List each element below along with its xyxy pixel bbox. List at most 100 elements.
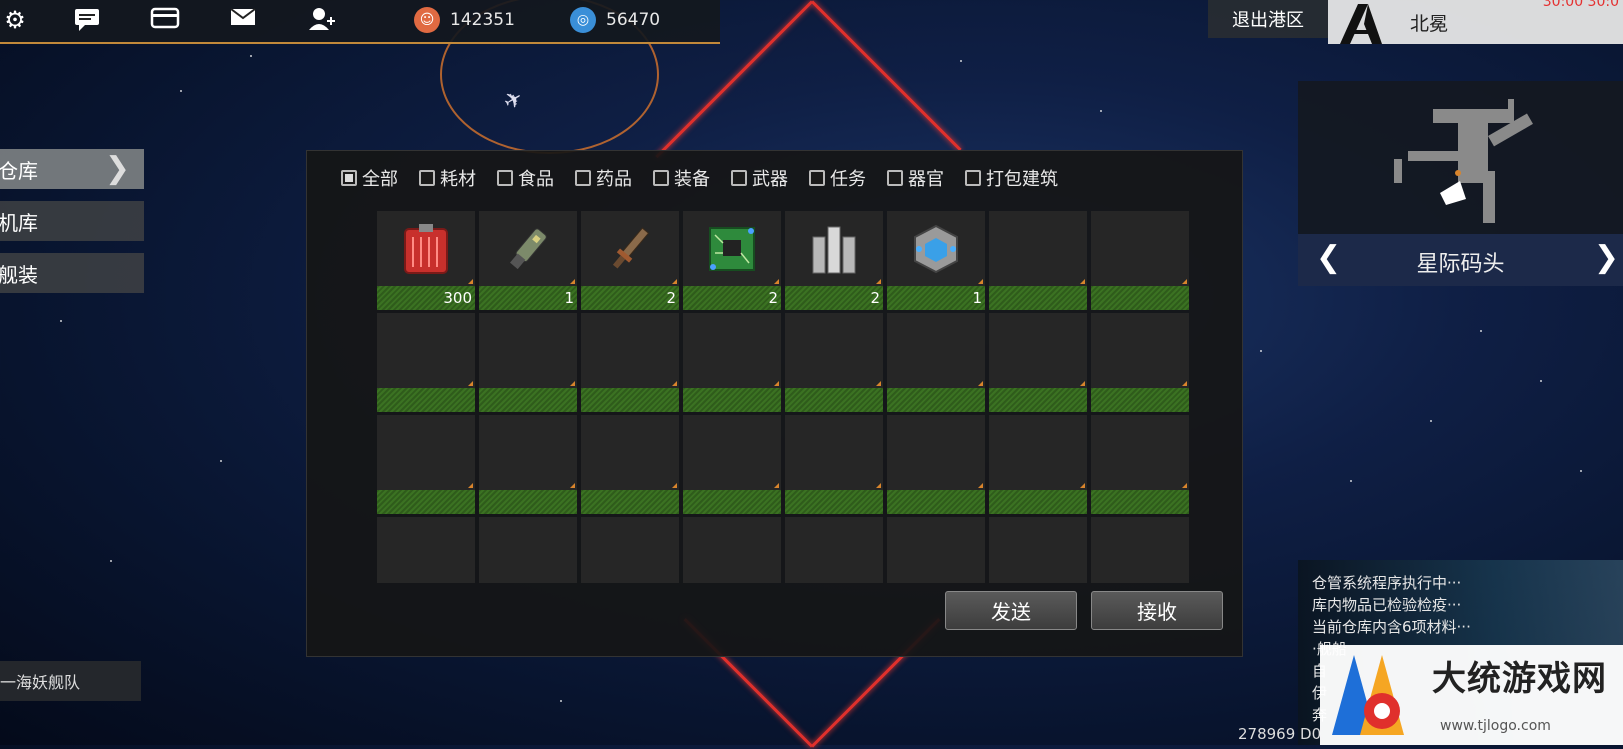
gun-part-icon: [510, 228, 547, 270]
red-container-icon: [404, 224, 448, 274]
inventory-slot-empty[interactable]: [377, 517, 475, 583]
card-icon[interactable]: [150, 6, 180, 34]
inventory-slot-empty[interactable]: [887, 415, 985, 514]
filter-organs[interactable]: 器官: [887, 165, 944, 191]
inventory-slot-empty[interactable]: [989, 211, 1087, 310]
fleet-button[interactable]: 一海妖舰队: [0, 661, 141, 701]
slot-corner-mark: [1080, 381, 1085, 386]
checkbox[interactable]: [887, 170, 903, 186]
slot-quantity: 2: [870, 289, 880, 307]
slot-corner-mark: [876, 279, 881, 284]
inventory-slot-empty[interactable]: [581, 313, 679, 412]
slot-corner-mark: [468, 381, 473, 386]
inventory-slot-empty[interactable]: [479, 517, 577, 583]
credits-icon: ☺: [414, 7, 440, 33]
inventory-slot-empty[interactable]: [785, 415, 883, 514]
chat-icon[interactable]: [72, 6, 102, 34]
receive-button[interactable]: 接收: [1091, 591, 1223, 630]
filter-equipment[interactable]: 装备: [653, 165, 710, 191]
inventory-slot-empty[interactable]: [989, 313, 1087, 412]
slot-corner-mark: [774, 279, 779, 284]
slot-quantity: 1: [972, 289, 982, 307]
inventory-slot-empty[interactable]: [989, 415, 1087, 514]
menu-outfit[interactable]: 舰装: [0, 253, 144, 293]
pilot-panel[interactable]: 北冕 30:00 30:0: [1328, 0, 1623, 44]
slot-quantity-bar: [377, 388, 475, 412]
crystal-icon: ◎: [570, 7, 596, 33]
add-friend-icon[interactable]: [306, 6, 336, 34]
inventory-slot[interactable]: 300: [377, 211, 475, 310]
inventory-slot-empty[interactable]: [479, 415, 577, 514]
filter-food[interactable]: 食品: [497, 165, 554, 191]
send-button[interactable]: 发送: [945, 591, 1077, 630]
location-bar: ❮ 星际码头 ❯: [1298, 234, 1623, 286]
inventory-slot-empty[interactable]: [887, 517, 985, 583]
inventory-slot[interactable]: 2: [785, 211, 883, 310]
slot-quantity: 1: [564, 289, 574, 307]
inventory-slot-empty[interactable]: [1091, 313, 1189, 412]
inventory-slot-empty[interactable]: [683, 313, 781, 412]
pilot-name: 北冕: [1410, 13, 1449, 35]
inventory-slot[interactable]: 2: [683, 211, 781, 310]
checkbox[interactable]: [497, 170, 513, 186]
slot-corner-mark: [1182, 279, 1187, 284]
inventory-slot-empty[interactable]: [377, 313, 475, 412]
menu-label-hangar: 机库: [0, 210, 38, 235]
slot-quantity-bar: [887, 286, 985, 310]
watermark-url: www.tjlogo.com: [1440, 718, 1551, 734]
filter-packed-buildings[interactable]: 打包建筑: [965, 165, 1058, 191]
inventory-slot-empty[interactable]: [1091, 517, 1189, 583]
inventory-slot-empty[interactable]: [1091, 415, 1189, 514]
checkbox[interactable]: [731, 170, 747, 186]
inventory-slot-empty[interactable]: [785, 313, 883, 412]
slot-quantity: 2: [768, 289, 778, 307]
filter-weapons[interactable]: 武器: [731, 165, 788, 191]
checkbox[interactable]: [809, 170, 825, 186]
slot-corner-mark: [774, 381, 779, 386]
mail-icon[interactable]: [228, 6, 258, 34]
checkbox[interactable]: [419, 170, 435, 186]
inventory-slot[interactable]: 2: [581, 211, 679, 310]
inventory-slot-empty[interactable]: [581, 517, 679, 583]
inventory-slot-empty[interactable]: [1091, 211, 1189, 310]
slot-corner-mark: [978, 483, 983, 488]
checkbox[interactable]: [965, 170, 981, 186]
filter-label: 任务: [830, 169, 866, 190]
slot-quantity-bar: [785, 388, 883, 412]
filter-medicine[interactable]: 药品: [575, 165, 632, 191]
watermark-text: 大统游戏网: [1432, 659, 1607, 699]
slot-corner-mark: [1080, 483, 1085, 488]
minimap[interactable]: ❮ 星际码头 ❯: [1298, 81, 1623, 286]
inventory-slot[interactable]: 1: [887, 211, 985, 310]
inventory-slot-empty[interactable]: [887, 313, 985, 412]
checkbox[interactable]: [575, 170, 591, 186]
inventory-slot-empty[interactable]: [377, 415, 475, 514]
inventory-row: [377, 313, 1197, 415]
inventory-slot-empty[interactable]: [989, 517, 1087, 583]
slot-corner-mark: [468, 279, 473, 284]
filter-all[interactable]: 全部: [341, 165, 398, 191]
menu-label-outfit: 舰装: [0, 262, 38, 287]
slot-corner-mark: [570, 279, 575, 284]
exit-port-button[interactable]: 退出港区: [1208, 0, 1328, 38]
inventory-slot-empty[interactable]: [581, 415, 679, 514]
next-location-icon[interactable]: ❯: [1594, 240, 1619, 275]
inventory-slot-empty[interactable]: [683, 415, 781, 514]
slot-quantity: 300: [443, 289, 472, 307]
inventory-slot[interactable]: 1: [479, 211, 577, 310]
filter-label: 打包建筑: [986, 169, 1058, 190]
inventory-slot-empty[interactable]: [479, 313, 577, 412]
menu-warehouse[interactable]: 仓库 ❯: [0, 149, 144, 189]
menu-hangar[interactable]: 机库: [0, 201, 144, 241]
settings-icon[interactable]: ⚙: [0, 6, 30, 34]
checkbox[interactable]: [653, 170, 669, 186]
filter-label: 耗材: [440, 169, 476, 190]
watermark-logo: [1332, 655, 1404, 735]
filter-consumables[interactable]: 耗材: [419, 165, 476, 191]
checkbox[interactable]: [341, 170, 357, 186]
inventory-slot-empty[interactable]: [683, 517, 781, 583]
inventory-row: [377, 517, 1197, 583]
inventory-slot-empty[interactable]: [785, 517, 883, 583]
filter-quest[interactable]: 任务: [809, 165, 866, 191]
credits-value: 142351: [450, 10, 515, 30]
